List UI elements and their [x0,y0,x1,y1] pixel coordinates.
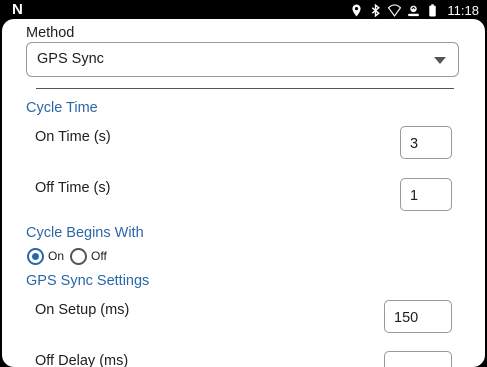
cycle-begins-header: Cycle Begins With [26,225,144,241]
method-label: Method [26,25,75,41]
off-time-input[interactable]: 1 [400,178,452,211]
radio-off[interactable]: Off [70,247,107,265]
off-time-label: Off Time (s) [35,180,111,196]
wifi-icon [388,3,402,17]
location-icon [352,4,362,16]
cycle-settings-dialog: Method GPS Sync Cycle Time On Time (s) 3… [2,19,485,367]
radio-on-label: On [48,249,65,263]
on-setup-label: On Setup (ms) [35,302,130,318]
dropdown-arrow-icon [434,57,446,64]
divider [36,88,454,89]
radio-off-button[interactable] [70,247,88,265]
status-icons: 11:18 [350,1,479,19]
cycle-time-header: Cycle Time [26,100,98,116]
bluetooth-icon [372,3,381,17]
radio-on-button[interactable] [27,247,44,265]
status-bar: N 11:18 [0,0,487,20]
radio-off-label: Off [91,249,107,263]
on-time-label: On Time (s) [35,129,111,145]
clock: 11:18 [447,2,479,18]
app-logo: N [12,1,23,18]
sync-icon [408,5,420,16]
on-time-input[interactable]: 3 [400,126,452,159]
method-dropdown[interactable]: GPS Sync [26,42,459,77]
gps-sync-settings-header: GPS Sync Settings [26,273,150,289]
cycle-begins-radio-group: On Off [27,246,113,266]
battery-icon [429,3,437,16]
method-dropdown-value: GPS Sync [37,51,104,67]
on-setup-input[interactable]: 150 [384,300,452,333]
radio-on[interactable]: On [27,247,65,265]
